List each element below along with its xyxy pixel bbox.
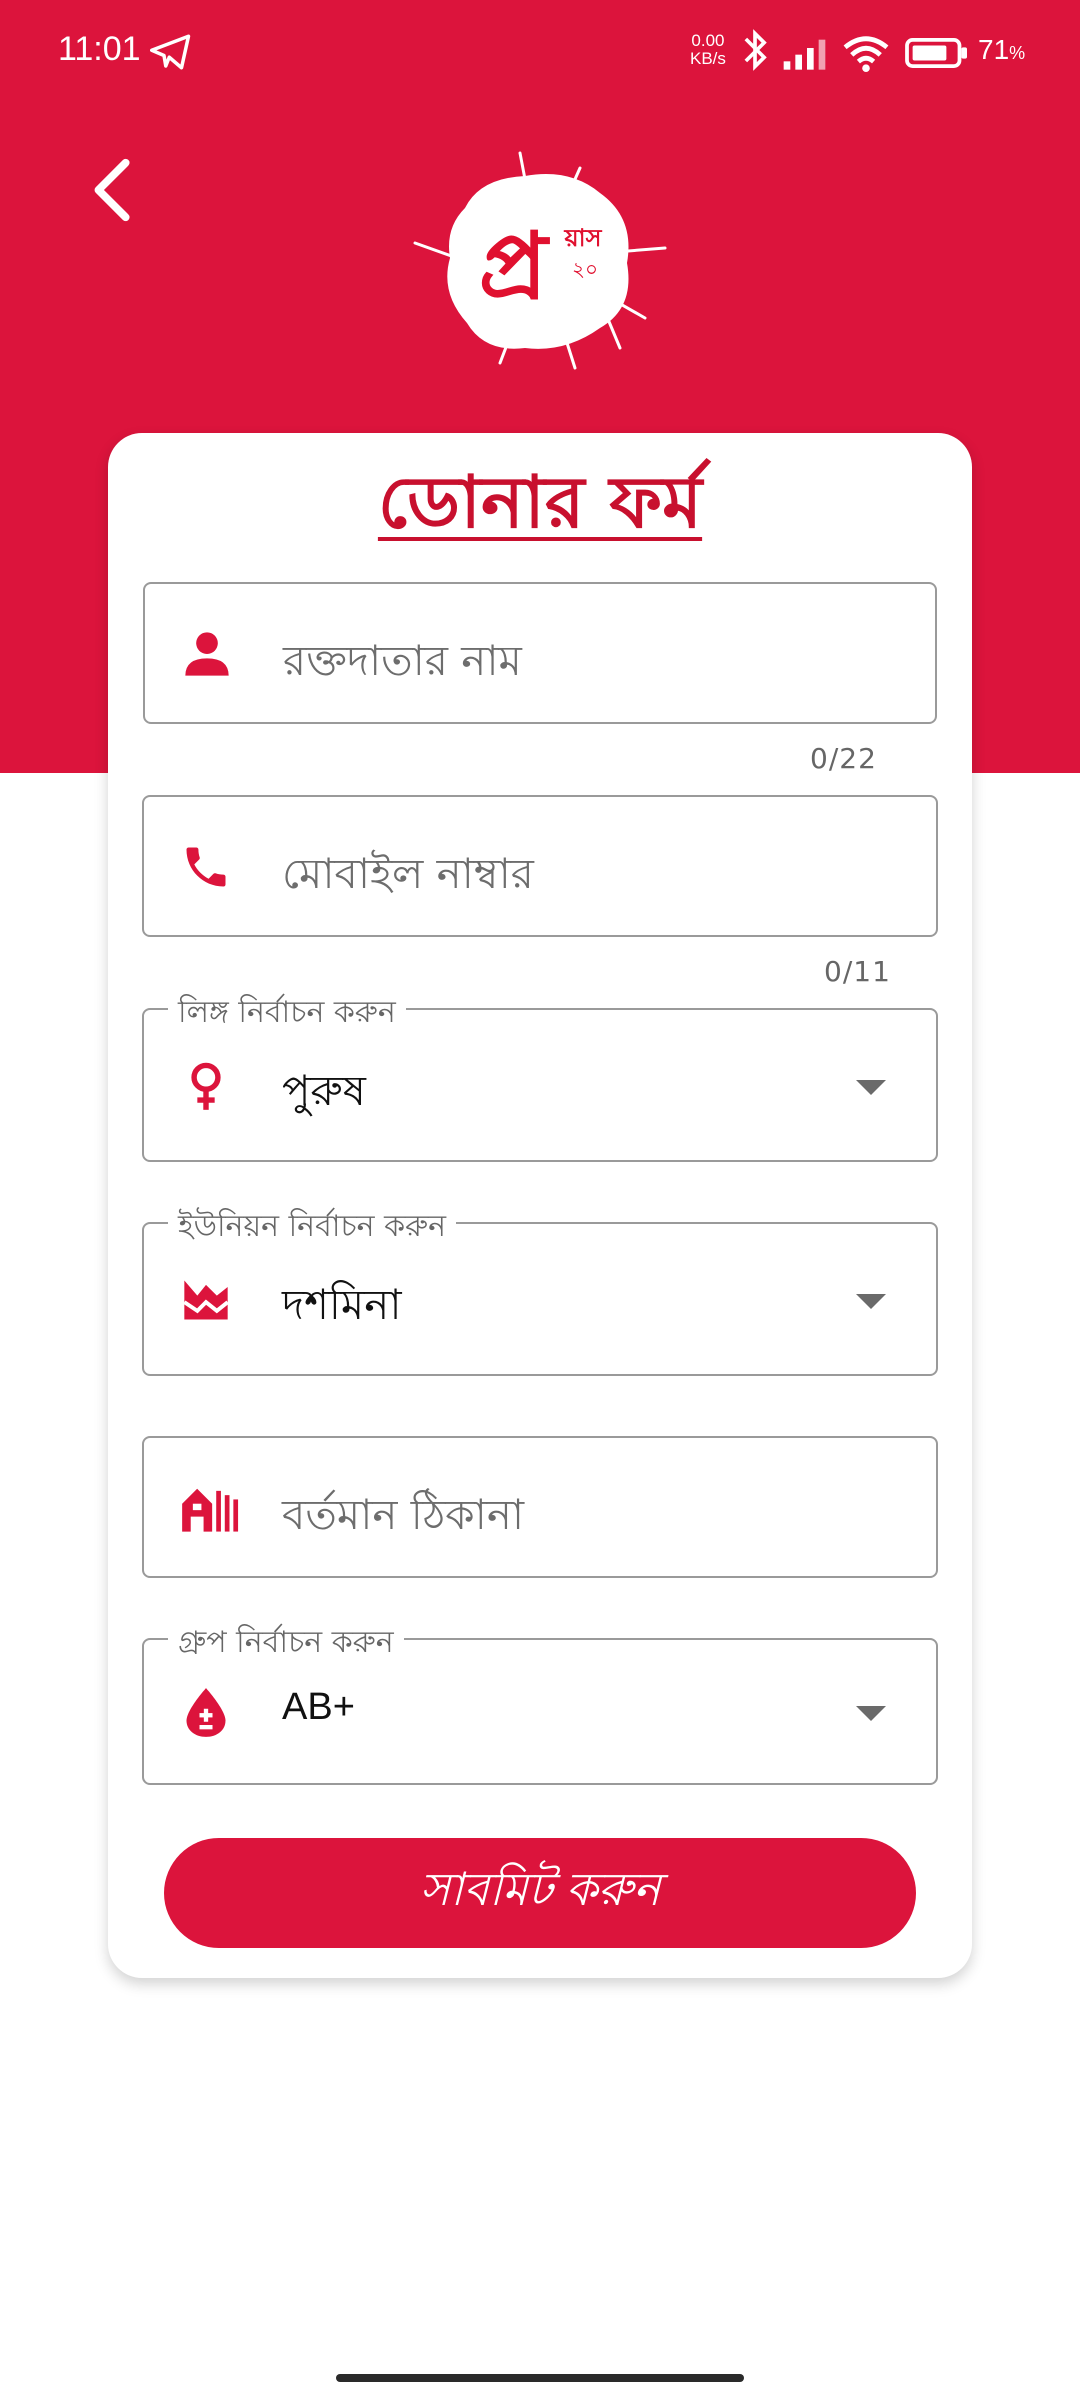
blood-group-label: গ্রুপ নির্বাচন করুন [168, 1618, 404, 1669]
blood-drop-icon [186, 1688, 226, 1737]
svg-text:২০: ২০ [572, 257, 598, 281]
network-speed: 0.00 KB/s [690, 31, 726, 68]
submit-button[interactable]: সাবমিট করুন [164, 1838, 916, 1948]
form-title: ডোনার ফর্ম [377, 459, 703, 544]
telegram-icon [150, 34, 191, 70]
svg-text:য়াস: য়াস [564, 223, 603, 252]
dropdown-arrow-icon [856, 1294, 886, 1309]
back-button[interactable] [86, 155, 142, 225]
status-bar: 11:01 0.00 KB/s 71% [0, 0, 1080, 100]
battery-percent: 71% [978, 34, 1026, 65]
union-value: দশমিনা [282, 1280, 402, 1329]
mobile-number-field[interactable]: মোবাইল নাম্বার [142, 795, 938, 937]
union-label: ইউনিয়ন নির্বাচন করুন [168, 1202, 457, 1253]
gender-dropdown[interactable]: লিঙ্গ নির্বাচন করুন পুরুষ [142, 988, 938, 1162]
donor-name-field[interactable]: রক্তদাতার নাম [143, 582, 937, 724]
home-indicator[interactable] [336, 2374, 744, 2382]
union-dropdown[interactable]: ইউনিয়ন নির্বাচন করুন দশমিনা [142, 1202, 938, 1376]
gender-label: লিঙ্গ নির্বাচন করুন [168, 988, 406, 1039]
dropdown-arrow-icon [856, 1706, 886, 1721]
mobile-char-counter: 0/11 [824, 955, 891, 988]
blood-group-dropdown[interactable]: গ্রুপ নির্বাচন করুন AB+ [142, 1618, 938, 1785]
signal-icon [783, 39, 826, 70]
dropdown-arrow-icon [856, 1080, 886, 1095]
bluetooth-icon [744, 29, 767, 71]
name-char-counter: 0/22 [810, 742, 877, 775]
status-time: 11:01 [58, 30, 141, 68]
svg-text:প্র: প্র [479, 212, 551, 320]
terrain-icon [183, 1280, 229, 1320]
house-icon [182, 1488, 239, 1532]
donor-name-placeholder: রক্তদাতার নাম [283, 636, 522, 685]
battery-icon [905, 38, 967, 68]
person-icon [185, 632, 229, 676]
wifi-icon [843, 36, 889, 72]
gender-value: পুরুষ [282, 1066, 366, 1115]
current-address-field[interactable]: বর্তমান ঠিকানা [142, 1436, 938, 1578]
mobile-number-placeholder: মোবাইল নাম্বার [282, 849, 534, 898]
phone-icon [186, 847, 226, 887]
blood-group-value: AB+ [282, 1686, 355, 1728]
app-logo: প্র য়াস ২০ [413, 151, 667, 370]
female-icon [191, 1062, 221, 1110]
current-address-placeholder: বর্তমান ঠিকানা [282, 1490, 525, 1539]
